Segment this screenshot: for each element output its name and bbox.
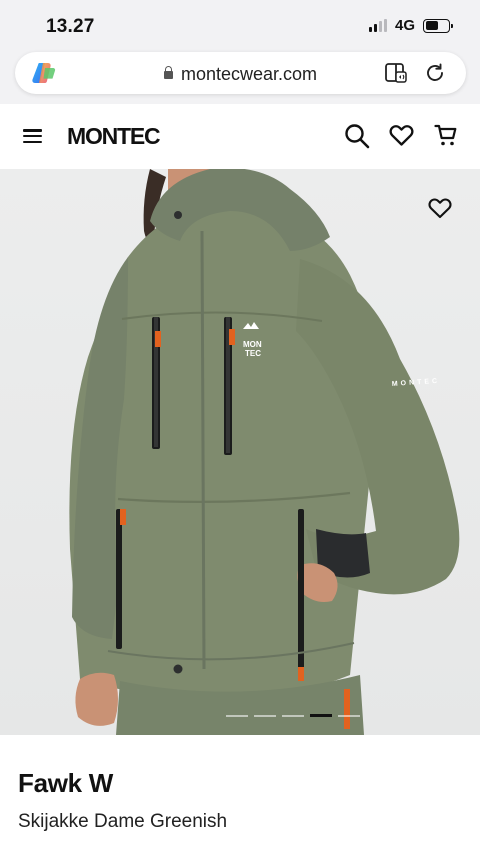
jacket-illustration: MON TEC MONTEC bbox=[69, 169, 460, 735]
lock-icon bbox=[163, 66, 173, 79]
url-label: montecwear.com bbox=[180, 64, 318, 84]
jacket-logo-top: MON bbox=[243, 340, 262, 349]
product-image[interactable]: MON TEC MONTEC bbox=[0, 169, 480, 735]
address-bar[interactable]: montecwear.com bbox=[15, 52, 466, 94]
product-name[interactable]: Fawk W bbox=[18, 768, 113, 799]
network-label: 4G bbox=[394, 17, 415, 34]
status-bar: 13.27 4G bbox=[0, 0, 480, 50]
menu-icon[interactable] bbox=[23, 129, 42, 143]
site-header: MONTEC bbox=[0, 104, 480, 169]
carousel-dot-active[interactable] bbox=[310, 714, 332, 717]
battery-icon bbox=[423, 18, 453, 33]
reader-view-icon[interactable] bbox=[384, 62, 408, 84]
jacket-logo-bottom: TEC bbox=[245, 349, 261, 358]
battery-level bbox=[425, 21, 438, 30]
status-indicators: 4G bbox=[368, 17, 453, 34]
signal-icon bbox=[368, 19, 387, 32]
carousel-indicator[interactable] bbox=[226, 714, 360, 717]
search-icon[interactable] bbox=[344, 123, 370, 149]
browser-toolbar: montecwear.com bbox=[0, 50, 480, 104]
carousel-dot[interactable] bbox=[226, 714, 248, 717]
reload-icon[interactable] bbox=[424, 62, 446, 84]
carousel-dot[interactable] bbox=[282, 714, 304, 717]
carousel-dot[interactable] bbox=[338, 714, 360, 717]
cart-icon[interactable] bbox=[434, 123, 458, 147]
wishlist-icon[interactable] bbox=[389, 123, 414, 147]
image-wishlist-icon[interactable] bbox=[428, 197, 452, 219]
status-time: 13.27 bbox=[46, 16, 95, 37]
montec-logo[interactable]: MONTEC bbox=[67, 123, 161, 150]
product-subtitle: Skijakke Dame Greenish bbox=[18, 811, 228, 832]
carousel-dot[interactable] bbox=[254, 714, 276, 717]
